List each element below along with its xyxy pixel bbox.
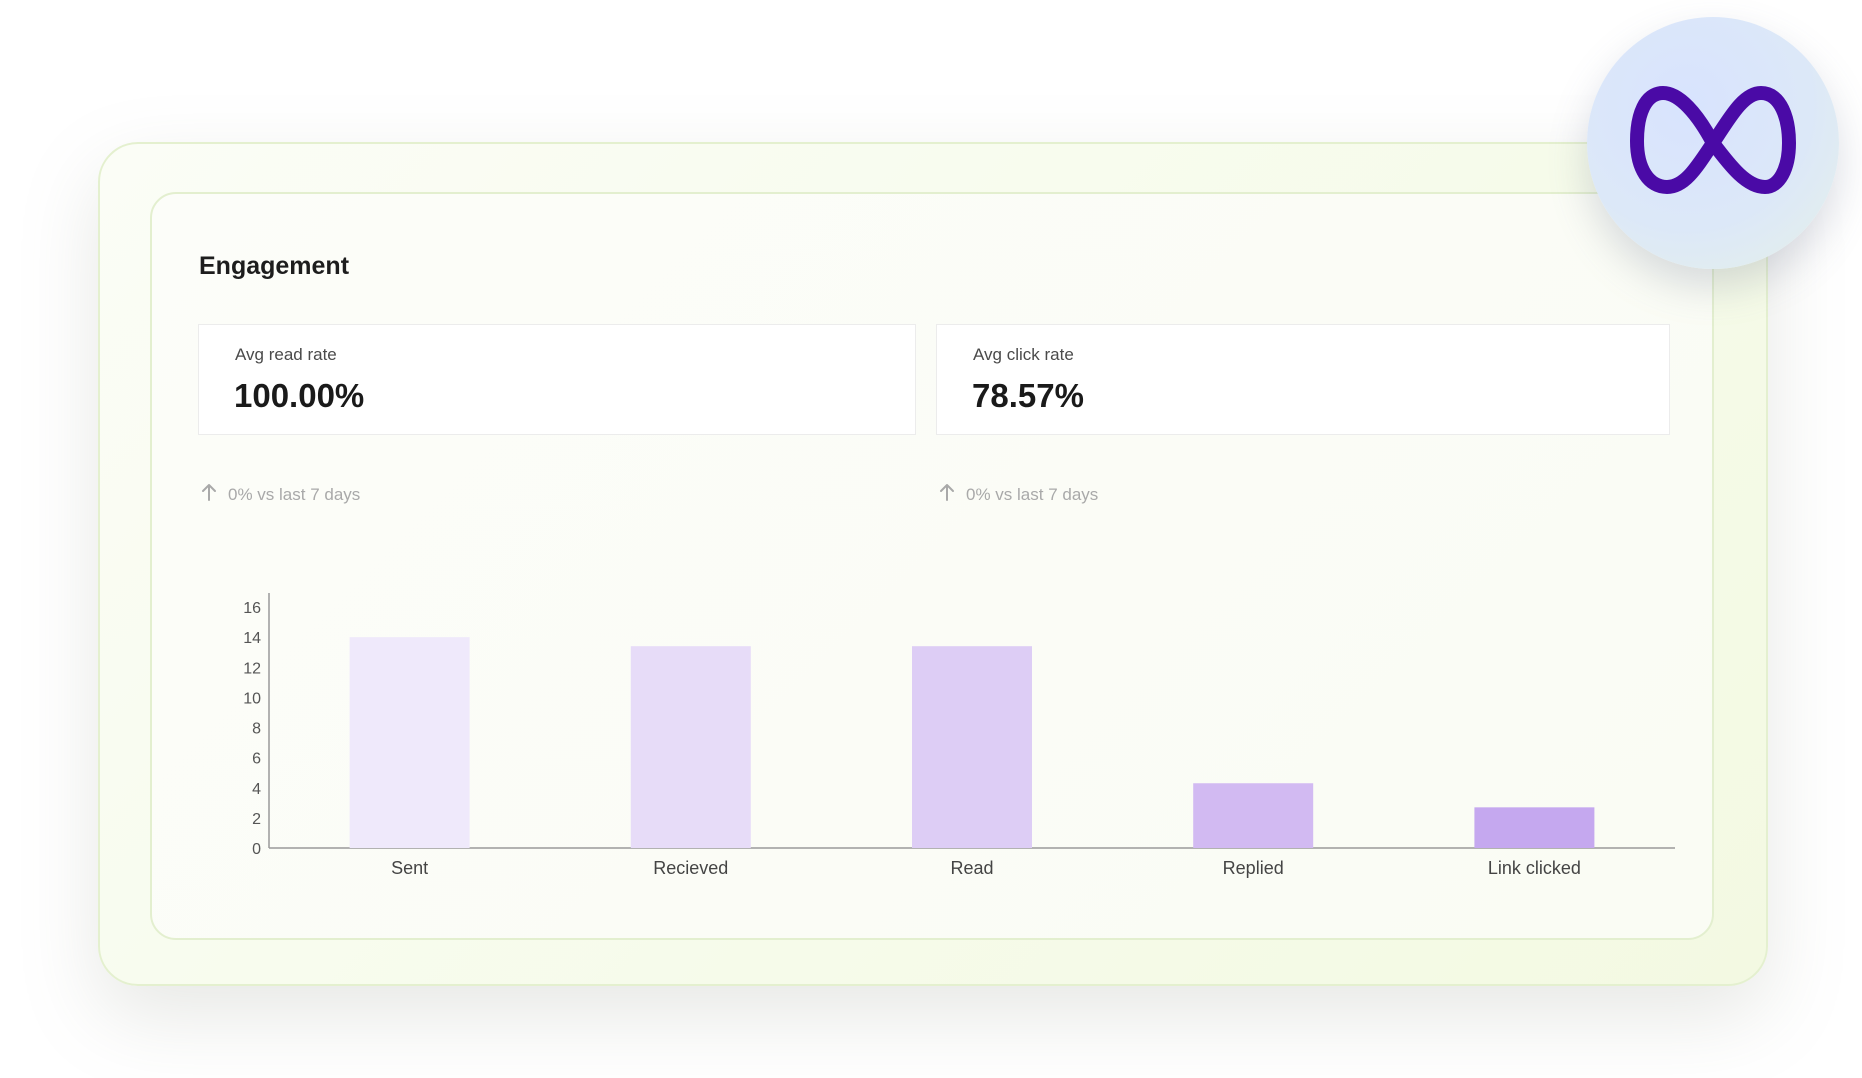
stat-value: 100.00% <box>234 377 365 414</box>
y-tick-label: 2 <box>252 811 261 828</box>
y-tick-label: 4 <box>252 781 261 798</box>
arrow-up-icon <box>938 482 956 507</box>
y-tick-label: 16 <box>243 600 261 617</box>
y-tick-label: 14 <box>243 630 261 647</box>
avg-read-rate-card: Avg read rate 100.00% <box>198 324 916 435</box>
engagement-bar-chart: 0 2 4 6 8 10 12 14 16 Sent Recieved Read Replied Link… <box>243 593 1675 878</box>
stat-label: Avg click rate <box>973 345 1074 364</box>
x-tick-label: Read <box>950 858 993 878</box>
y-tick-label: 10 <box>243 690 261 707</box>
arrow-up-icon <box>200 482 218 507</box>
y-tick-label: 0 <box>252 841 261 858</box>
y-tick-label: 6 <box>252 751 261 768</box>
bar <box>630 646 751 848</box>
x-tick-label: Sent <box>391 858 428 878</box>
bar <box>1193 783 1314 848</box>
y-tick-label: 12 <box>243 660 261 677</box>
x-tick-label: Link clicked <box>1488 858 1581 878</box>
bar <box>1474 807 1595 848</box>
stat-value: 78.57% <box>972 377 1084 414</box>
click-rate-trend: 0% vs last 7 days <box>938 482 1098 507</box>
read-rate-trend: 0% vs last 7 days <box>200 482 360 507</box>
avg-click-rate-card: Avg click rate 78.57% <box>936 324 1670 435</box>
stat-label: Avg read rate <box>235 345 337 364</box>
meta-logo-badge <box>1587 17 1839 269</box>
x-tick-label: Replied <box>1223 858 1284 878</box>
trend-text: 0% vs last 7 days <box>966 484 1099 504</box>
bar <box>912 646 1032 848</box>
trend-text: 0% vs last 7 days <box>228 484 361 504</box>
x-tick-label: Recieved <box>653 858 728 878</box>
page-title: Engagement <box>199 252 350 280</box>
bar <box>349 637 470 848</box>
y-tick-label: 8 <box>252 721 261 738</box>
